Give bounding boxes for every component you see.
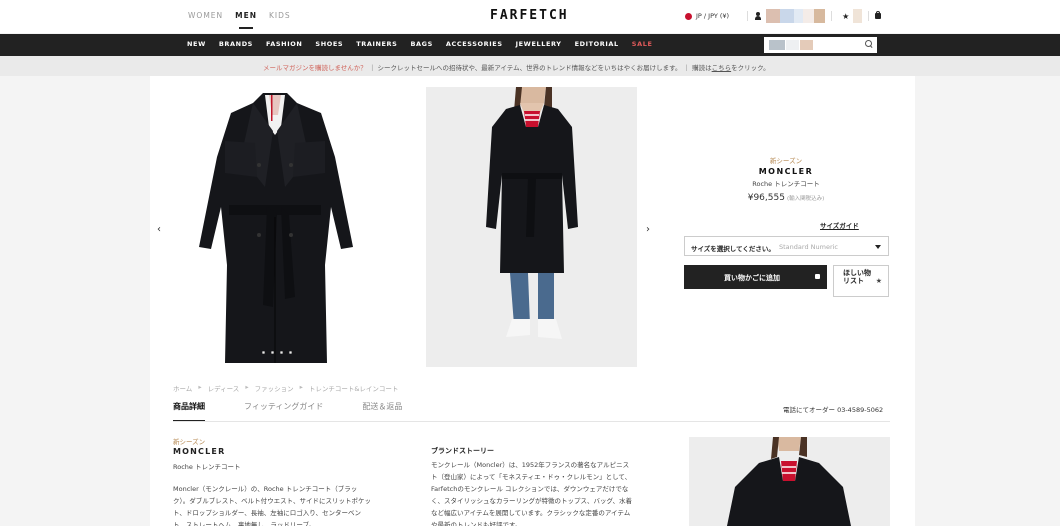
pagination-dot[interactable] bbox=[271, 351, 274, 354]
size-select-value: Standard Numeric bbox=[779, 243, 839, 251]
add-to-bag-button[interactable]: 買い物かごに追加 bbox=[684, 265, 827, 289]
tab-product-details[interactable]: 商品詳細 bbox=[173, 401, 205, 422]
locale-selector[interactable]: JP / JPY (¥) bbox=[696, 12, 729, 20]
japan-flag-icon bbox=[685, 12, 692, 20]
farfetch-logo[interactable]: FARFETCH bbox=[490, 8, 569, 23]
tab-fitting-guide[interactable]: フィッティングガイド bbox=[244, 401, 323, 422]
size-select[interactable]: サイズを選択してください。 Standard Numeric bbox=[684, 236, 889, 256]
new-season-badge: 新シーズン bbox=[769, 157, 803, 165]
brand-story-text: モンクレール（Moncler）は、1952年フランスの著名なアルピニスト（登山家… bbox=[431, 461, 633, 526]
user-icon[interactable] bbox=[754, 12, 762, 20]
breadcrumb-item[interactable]: ファッション bbox=[255, 383, 294, 393]
breadcrumb-item[interactable]: トレンチコート&レインコート bbox=[309, 383, 399, 393]
redacted-swatch bbox=[814, 9, 826, 23]
redacted-swatch bbox=[766, 9, 781, 23]
product-image-coat[interactable] bbox=[185, 87, 365, 367]
price-note: (輸入関税込み) bbox=[786, 196, 825, 202]
prev-image-icon[interactable]: ‹ bbox=[157, 224, 161, 235]
wishlist-button[interactable]: ほしい物リスト ★ bbox=[833, 265, 889, 297]
brand-story-title: ブランドストーリー bbox=[431, 447, 494, 455]
nav-item-accessories[interactable]: ACCESSORIES bbox=[446, 40, 503, 48]
nav-item-new[interactable]: NEW bbox=[187, 40, 206, 48]
redacted-swatch bbox=[786, 40, 799, 50]
tab-women[interactable]: WOMEN bbox=[188, 11, 223, 20]
phone-order: 電話にてオーダー 03-4589-5062 bbox=[783, 406, 884, 414]
chevron-down-icon bbox=[875, 245, 881, 249]
gender-nav: WOMEN MEN KIDS bbox=[188, 11, 291, 29]
breadcrumb: ホーム ▸ レディース ▸ ファッション ▸ トレンチコート&レインコート bbox=[173, 383, 398, 393]
promo-tail-prefix: 購読は bbox=[692, 64, 712, 72]
divider bbox=[747, 11, 749, 21]
top-header: WOMEN MEN KIDS FARFETCH JP / JPY (¥) ★ bbox=[0, 0, 1060, 33]
size-select-label: サイズを選択してください。 bbox=[691, 245, 775, 253]
nav-item-trainers[interactable]: TRAINERS bbox=[356, 40, 397, 48]
divider bbox=[831, 11, 833, 21]
redacted-swatch bbox=[794, 9, 804, 23]
pagination-dot[interactable] bbox=[280, 351, 283, 354]
pagination-dot[interactable] bbox=[289, 351, 292, 354]
nav-item-bags[interactable]: BAGS bbox=[410, 40, 432, 48]
promo-link[interactable]: こちら bbox=[712, 64, 732, 72]
nav-item-jewellery[interactable]: JEWELLERY bbox=[516, 40, 562, 48]
search-icon[interactable] bbox=[865, 40, 873, 48]
next-image-icon[interactable]: › bbox=[646, 224, 650, 235]
redacted-swatch bbox=[780, 9, 795, 23]
header-utilities: JP / JPY (¥) ★ bbox=[685, 8, 882, 24]
nav-item-sale[interactable]: SALE bbox=[632, 40, 653, 48]
details-description: Moncler（モンクレール）の、Roche トレンチコート（ブラック）。ダブル… bbox=[173, 485, 371, 526]
promo-tail-suffix: をクリック。 bbox=[731, 64, 770, 72]
details-new-season: 新シーズン bbox=[173, 438, 206, 446]
promo-bar: メールマガジンを購読しませんか？ ｜ シークレットセールへの招待状や、最新アイテ… bbox=[0, 56, 1060, 76]
redacted-swatch bbox=[800, 40, 813, 50]
add-to-bag-label: 買い物かごに追加 bbox=[724, 274, 780, 282]
product-name: Roche トレンチコート bbox=[752, 180, 820, 188]
shopping-bag-icon[interactable] bbox=[875, 11, 882, 19]
redacted-swatch bbox=[803, 9, 815, 23]
breadcrumb-item[interactable]: レディース bbox=[208, 383, 240, 393]
tab-kids[interactable]: KIDS bbox=[269, 11, 291, 20]
newsletter-prompt[interactable]: メールマガジンを購読しませんか？ bbox=[263, 64, 367, 72]
nav-item-shoes[interactable]: SHOES bbox=[315, 40, 343, 48]
main-nav: NEW BRANDS FASHION SHOES TRAINERS BAGS A… bbox=[0, 34, 1060, 56]
star-icon: ★ bbox=[875, 277, 882, 285]
tab-men[interactable]: MEN bbox=[235, 11, 257, 29]
breadcrumb-separator-icon: ▸ bbox=[198, 383, 202, 391]
breadcrumb-separator-icon: ▸ bbox=[299, 383, 303, 391]
breadcrumb-separator-icon: ▸ bbox=[245, 383, 249, 391]
nav-item-editorial[interactable]: EDITORIAL bbox=[575, 40, 619, 48]
price-value: ¥96,555 bbox=[747, 193, 785, 203]
tab-shipping-returns[interactable]: 配送＆返品 bbox=[362, 401, 402, 422]
search-input[interactable] bbox=[764, 37, 877, 53]
image-pagination bbox=[262, 351, 292, 354]
promo-text: ｜ シークレットセールへの招待状や、最新アイテム、世界のトレンド情報などをいちは… bbox=[368, 64, 691, 72]
brand-name[interactable]: MONCLER bbox=[700, 167, 872, 176]
wishlist-star-icon[interactable]: ★ bbox=[842, 12, 849, 21]
breadcrumb-item[interactable]: ホーム bbox=[173, 383, 192, 393]
divider bbox=[868, 11, 870, 21]
product-price: ¥96,555 (輸入関税込み) bbox=[700, 193, 872, 203]
size-guide-link[interactable]: サイズガイド bbox=[820, 220, 859, 230]
wishlist-label: ほしい物リスト bbox=[843, 269, 871, 285]
nav-item-brands[interactable]: BRANDS bbox=[219, 40, 253, 48]
redacted-swatch bbox=[769, 40, 785, 50]
divider bbox=[173, 421, 890, 422]
pagination-dot[interactable] bbox=[262, 351, 265, 354]
detail-tabs: 商品詳細 フィッティングガイド 配送＆返品 bbox=[173, 401, 441, 422]
details-brand[interactable]: MONCLER bbox=[173, 447, 225, 456]
nav-item-fashion[interactable]: FASHION bbox=[266, 40, 302, 48]
bag-icon bbox=[815, 274, 820, 279]
redacted-swatch bbox=[853, 9, 863, 23]
details-product-name: Roche トレンチコート bbox=[173, 463, 241, 471]
product-image-model[interactable] bbox=[426, 87, 637, 367]
product-image-detail[interactable] bbox=[689, 437, 890, 526]
